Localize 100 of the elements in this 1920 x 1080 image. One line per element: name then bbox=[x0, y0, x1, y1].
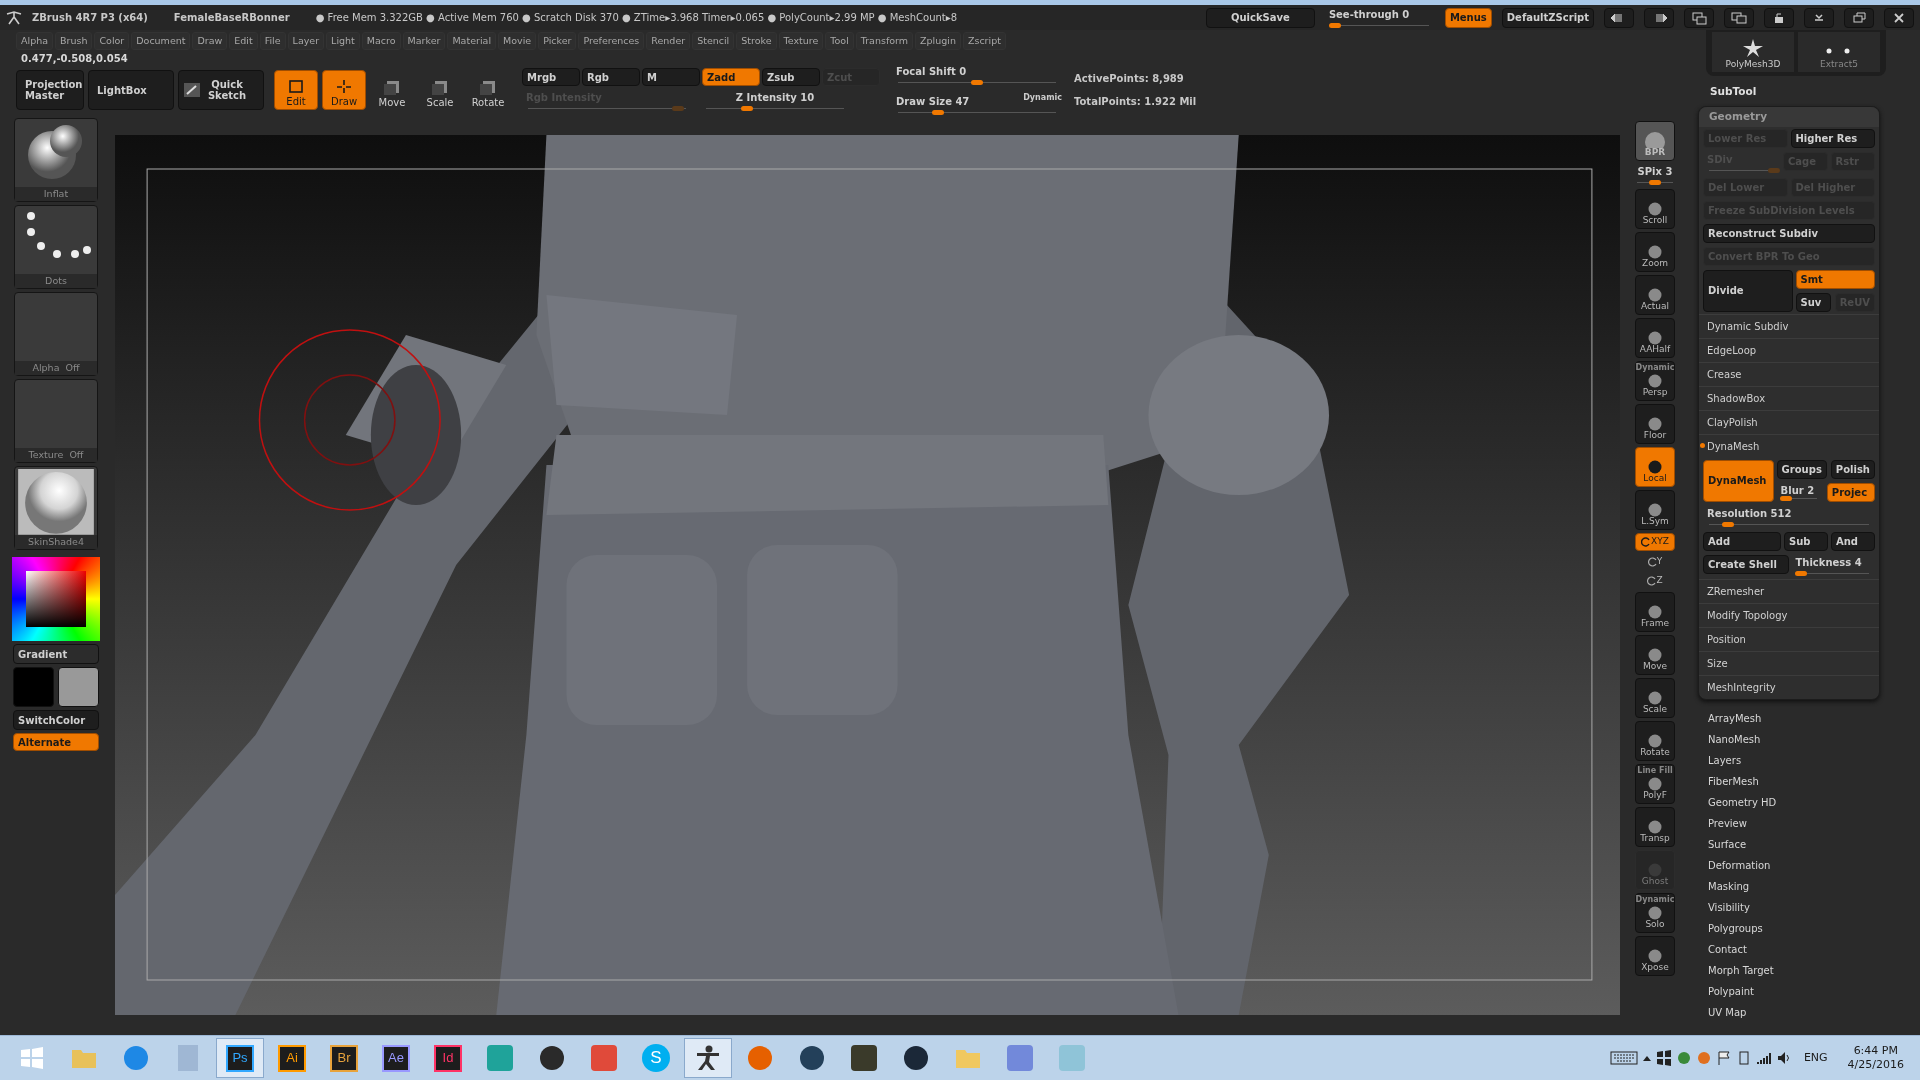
palette-header[interactable]: Surface bbox=[1698, 833, 1908, 855]
slider[interactable]: Draw Size 47 Dynamic bbox=[892, 94, 1062, 116]
shelf-button[interactable]: Edit bbox=[274, 70, 318, 110]
menu-item[interactable]: Brush bbox=[55, 32, 93, 50]
shelf-button[interactable]: Scroll bbox=[1635, 189, 1675, 229]
menus-button[interactable]: Menus bbox=[1444, 7, 1492, 28]
shelf-button[interactable]: Rotate bbox=[1635, 721, 1675, 761]
shelf-button[interactable]: Frame bbox=[1635, 592, 1675, 632]
palette-header[interactable]: Deformation bbox=[1698, 854, 1908, 876]
restore-button[interactable] bbox=[1844, 7, 1874, 28]
slider[interactable]: SPix 3 bbox=[1631, 164, 1679, 186]
menu-item[interactable]: Light bbox=[326, 32, 360, 50]
thumbnail-button[interactable]: Alpha Off bbox=[14, 292, 98, 376]
taskbar-app[interactable]: Ps bbox=[216, 1038, 264, 1078]
lock-button[interactable] bbox=[1764, 7, 1794, 28]
button[interactable]: Mrgb bbox=[522, 68, 580, 86]
palette-header[interactable]: NanoMesh bbox=[1698, 728, 1908, 750]
taskbar-app[interactable]: Ae bbox=[372, 1038, 420, 1078]
shelf-button[interactable]: L.Sym bbox=[1635, 490, 1675, 530]
menu-item[interactable]: Stencil bbox=[692, 32, 735, 50]
menu-item[interactable]: Texture bbox=[778, 32, 824, 50]
slider-thumb[interactable] bbox=[931, 110, 944, 115]
palette-header[interactable]: FiberMesh bbox=[1698, 770, 1908, 792]
shelf-button[interactable]: Floor bbox=[1635, 404, 1675, 444]
palette-header[interactable]: Polypaint bbox=[1698, 980, 1908, 1002]
menu-item[interactable]: Alpha bbox=[16, 32, 53, 50]
shelf-button[interactable]: AAHalf bbox=[1635, 318, 1675, 358]
thumbnail-button[interactable]: SkinShade4 bbox=[14, 466, 98, 550]
menu-item[interactable]: Color bbox=[94, 32, 130, 50]
shelf-button[interactable]: Scale bbox=[418, 70, 462, 110]
shelf-button[interactable]: Dynamic Persp bbox=[1635, 361, 1675, 401]
shelf-button[interactable]: Transp bbox=[1635, 807, 1675, 847]
clock-date[interactable]: 4/25/2016 bbox=[1847, 1058, 1904, 1072]
section-header[interactable]: Dynamic Subdiv bbox=[1699, 313, 1879, 338]
palette-header[interactable]: Polygroups bbox=[1698, 917, 1908, 939]
button[interactable]: Suv bbox=[1795, 292, 1831, 312]
section-header[interactable]: ZRemesher bbox=[1699, 578, 1879, 603]
menu-item[interactable]: Document bbox=[131, 32, 191, 50]
taskbar-app[interactable]: Id bbox=[424, 1038, 472, 1078]
button[interactable]: Higher Res bbox=[1790, 128, 1875, 148]
slider-thumb[interactable] bbox=[1649, 180, 1661, 185]
windows-button[interactable] bbox=[1684, 7, 1714, 28]
slider[interactable]: Thickness 4 bbox=[1791, 554, 1875, 577]
menu-item[interactable]: Edit bbox=[229, 32, 258, 50]
shelf-button[interactable]: Zoom bbox=[1635, 232, 1675, 272]
quick-sketch-button[interactable]: Quick Sketch bbox=[178, 70, 264, 110]
palette-header[interactable]: Preview bbox=[1698, 812, 1908, 834]
shelf-button[interactable]: BPR bbox=[1635, 121, 1675, 161]
menu-item[interactable]: File bbox=[259, 32, 286, 50]
menu-item[interactable]: Picker bbox=[538, 32, 577, 50]
shelf-button[interactable]: Line Fill PolyF bbox=[1635, 764, 1675, 804]
color-picker[interactable] bbox=[12, 557, 100, 641]
menu-item[interactable]: Preferences bbox=[578, 32, 645, 50]
slider[interactable]: Resolution 512 bbox=[1703, 505, 1875, 528]
shelf-button[interactable]: Move bbox=[370, 70, 414, 110]
slider-thumb[interactable] bbox=[741, 106, 754, 111]
shelf-button[interactable]: Draw bbox=[322, 70, 366, 110]
thumbnail-button[interactable]: Dots bbox=[14, 205, 98, 289]
section-header[interactable]: Crease bbox=[1699, 361, 1879, 386]
color-swatch[interactable] bbox=[58, 667, 99, 707]
scroll-left-button[interactable] bbox=[1604, 7, 1634, 28]
menu-item[interactable]: Layer bbox=[287, 32, 325, 50]
slider-thumb[interactable] bbox=[1780, 495, 1792, 501]
button[interactable]: Groups bbox=[1776, 459, 1827, 479]
button[interactable]: Zsub bbox=[762, 68, 820, 86]
shelf-button[interactable]: Move bbox=[1635, 635, 1675, 675]
palette-header[interactable]: Masking bbox=[1698, 875, 1908, 897]
button[interactable]: And bbox=[1831, 531, 1875, 551]
shelf-button[interactable]: Scale bbox=[1635, 678, 1675, 718]
menu-item[interactable]: Render bbox=[646, 32, 691, 50]
section-header[interactable]: EdgeLoop bbox=[1699, 337, 1879, 362]
menu-item[interactable]: Material bbox=[447, 32, 496, 50]
language-indicator[interactable]: ENG bbox=[1795, 1051, 1836, 1065]
menu-item[interactable]: Zscript bbox=[962, 32, 1006, 50]
shelf-button[interactable]: Actual bbox=[1635, 275, 1675, 315]
gradient-button[interactable]: Gradient bbox=[13, 644, 99, 664]
slider-thumb[interactable] bbox=[1722, 521, 1735, 527]
button[interactable]: Sub bbox=[1784, 531, 1828, 551]
section-header[interactable]: Position bbox=[1699, 626, 1879, 651]
button[interactable]: Zadd bbox=[702, 68, 760, 86]
thumbnail-button[interactable]: Texture Off bbox=[14, 379, 98, 463]
button[interactable]: Reconstruct Subdiv bbox=[1703, 223, 1875, 243]
subtool-thumbnail[interactable]: PolyMesh3D bbox=[1712, 32, 1794, 72]
shelf-button[interactable]: Xpose bbox=[1635, 936, 1675, 976]
button[interactable]: Polish bbox=[1830, 459, 1875, 479]
button[interactable]: Smt bbox=[1795, 269, 1875, 289]
axis-button[interactable]: Z bbox=[1635, 573, 1675, 589]
palette-header[interactable]: Visibility bbox=[1698, 896, 1908, 918]
button[interactable]: Rgb bbox=[582, 68, 640, 86]
switch-color-button[interactable]: SwitchColor bbox=[13, 710, 99, 730]
palette-header[interactable]: Geometry HD bbox=[1698, 791, 1908, 813]
minimize-button[interactable] bbox=[1804, 7, 1834, 28]
clock-time[interactable]: 6:44 PM bbox=[1847, 1044, 1904, 1058]
axis-button[interactable]: Y bbox=[1635, 554, 1675, 570]
slider-thumb[interactable] bbox=[1328, 22, 1341, 28]
menu-item[interactable]: Zplugin bbox=[915, 32, 961, 50]
menu-item[interactable]: Macro bbox=[361, 32, 401, 50]
palette-header[interactable]: Morph Target bbox=[1698, 959, 1908, 981]
alternate-button[interactable]: Alternate bbox=[13, 733, 99, 751]
button[interactable]: M bbox=[642, 68, 700, 86]
